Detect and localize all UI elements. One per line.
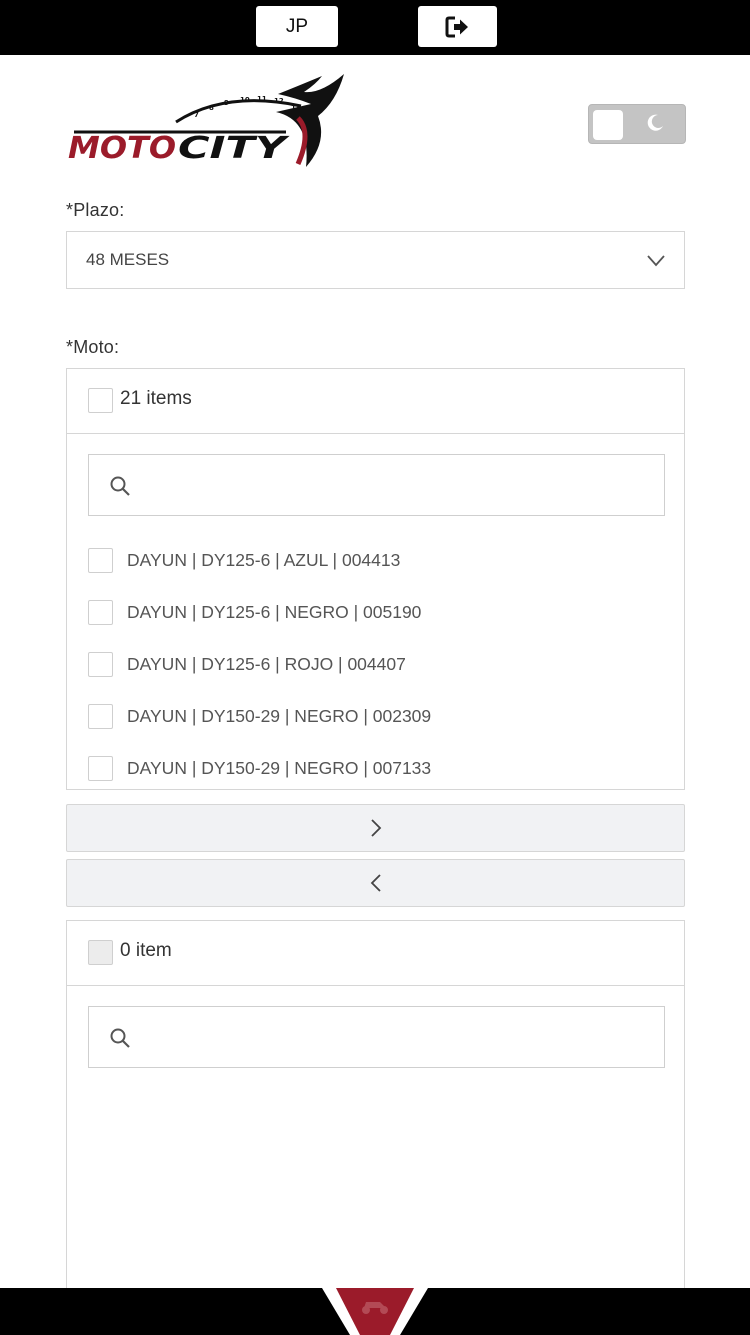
top-bar: JP xyxy=(0,0,750,55)
svg-text:MOTO: MOTO xyxy=(68,131,176,166)
list-item[interactable]: DAYUN | DY150-29 | NEGRO | 002309 xyxy=(67,690,684,742)
item-label: DAYUN | DY125-6 | AZUL | 004413 xyxy=(127,550,401,570)
item-checkbox[interactable] xyxy=(88,756,113,781)
svg-text:8: 8 xyxy=(209,104,214,112)
move-left-button[interactable] xyxy=(66,859,685,907)
chevron-left-icon xyxy=(370,874,381,892)
svg-text:10: 10 xyxy=(240,96,250,104)
target-search-input[interactable] xyxy=(88,1006,665,1068)
toggle-knob xyxy=(593,110,623,140)
item-checkbox[interactable] xyxy=(88,652,113,677)
list-item[interactable]: DAYUN | DY125-6 | ROJO | 004407 xyxy=(67,638,684,690)
source-list: DAYUN | DY125-6 | AZUL | 004413 DAYUN | … xyxy=(67,534,684,789)
search-icon xyxy=(110,1028,130,1048)
svg-text:12: 12 xyxy=(274,97,284,105)
theme-toggle[interactable] xyxy=(588,104,686,144)
user-initials: JP xyxy=(285,15,309,37)
select-all-source-checkbox[interactable] xyxy=(88,388,113,413)
chevron-down-icon xyxy=(647,255,665,267)
search-icon xyxy=(110,476,130,496)
moon-icon xyxy=(647,114,663,131)
logout-icon xyxy=(445,16,468,37)
list-item[interactable]: DAYUN | DY125-6 | NEGRO | 005190 xyxy=(67,586,684,638)
target-count: 0 item xyxy=(120,940,172,961)
item-label: DAYUN | DY150-29 | NEGRO | 002309 xyxy=(127,706,432,726)
motocity-logo: 789 101112 13 MOTO CITY xyxy=(68,74,344,167)
item-checkbox[interactable] xyxy=(88,548,113,573)
plazo-selected-value: 48 MESES xyxy=(86,250,170,269)
plazo-select[interactable]: 48 MESES xyxy=(66,231,685,289)
plazo-label: *Plazo: xyxy=(66,200,125,220)
item-label: DAYUN | DY150-29 | NEGRO | 007133 xyxy=(127,758,432,778)
target-panel-header: 0 item xyxy=(67,921,684,986)
select-all-target-checkbox[interactable] xyxy=(88,940,113,965)
svg-text:11: 11 xyxy=(257,95,267,103)
user-initials-button[interactable]: JP xyxy=(256,6,338,47)
chevron-right-icon xyxy=(370,819,381,837)
moto-label: *Moto: xyxy=(66,337,120,357)
list-item[interactable]: DAYUN | DY125-6 | AZUL | 004413 xyxy=(67,534,684,586)
item-checkbox[interactable] xyxy=(88,600,113,625)
item-label: DAYUN | DY125-6 | NEGRO | 005190 xyxy=(127,602,422,622)
item-checkbox[interactable] xyxy=(88,704,113,729)
svg-text:9: 9 xyxy=(224,99,229,107)
item-label: DAYUN | DY125-6 | ROJO | 004407 xyxy=(127,654,406,674)
list-item[interactable]: DAYUN | DY150-29 | NEGRO | 007133 xyxy=(67,742,684,789)
transfer-target-panel: 0 item xyxy=(66,920,685,1300)
logout-button[interactable] xyxy=(418,6,497,47)
source-panel-header: 21 items xyxy=(67,369,684,434)
transfer-source-panel: 21 items DAYUN | DY125-6 | AZUL | 004413… xyxy=(66,368,685,790)
svg-text:CITY: CITY xyxy=(178,131,291,166)
source-search-input[interactable] xyxy=(88,454,665,516)
bottom-menu-button[interactable] xyxy=(322,1288,428,1335)
svg-text:7: 7 xyxy=(194,111,199,119)
source-count: 21 items xyxy=(120,388,192,409)
move-right-button[interactable] xyxy=(66,804,685,852)
